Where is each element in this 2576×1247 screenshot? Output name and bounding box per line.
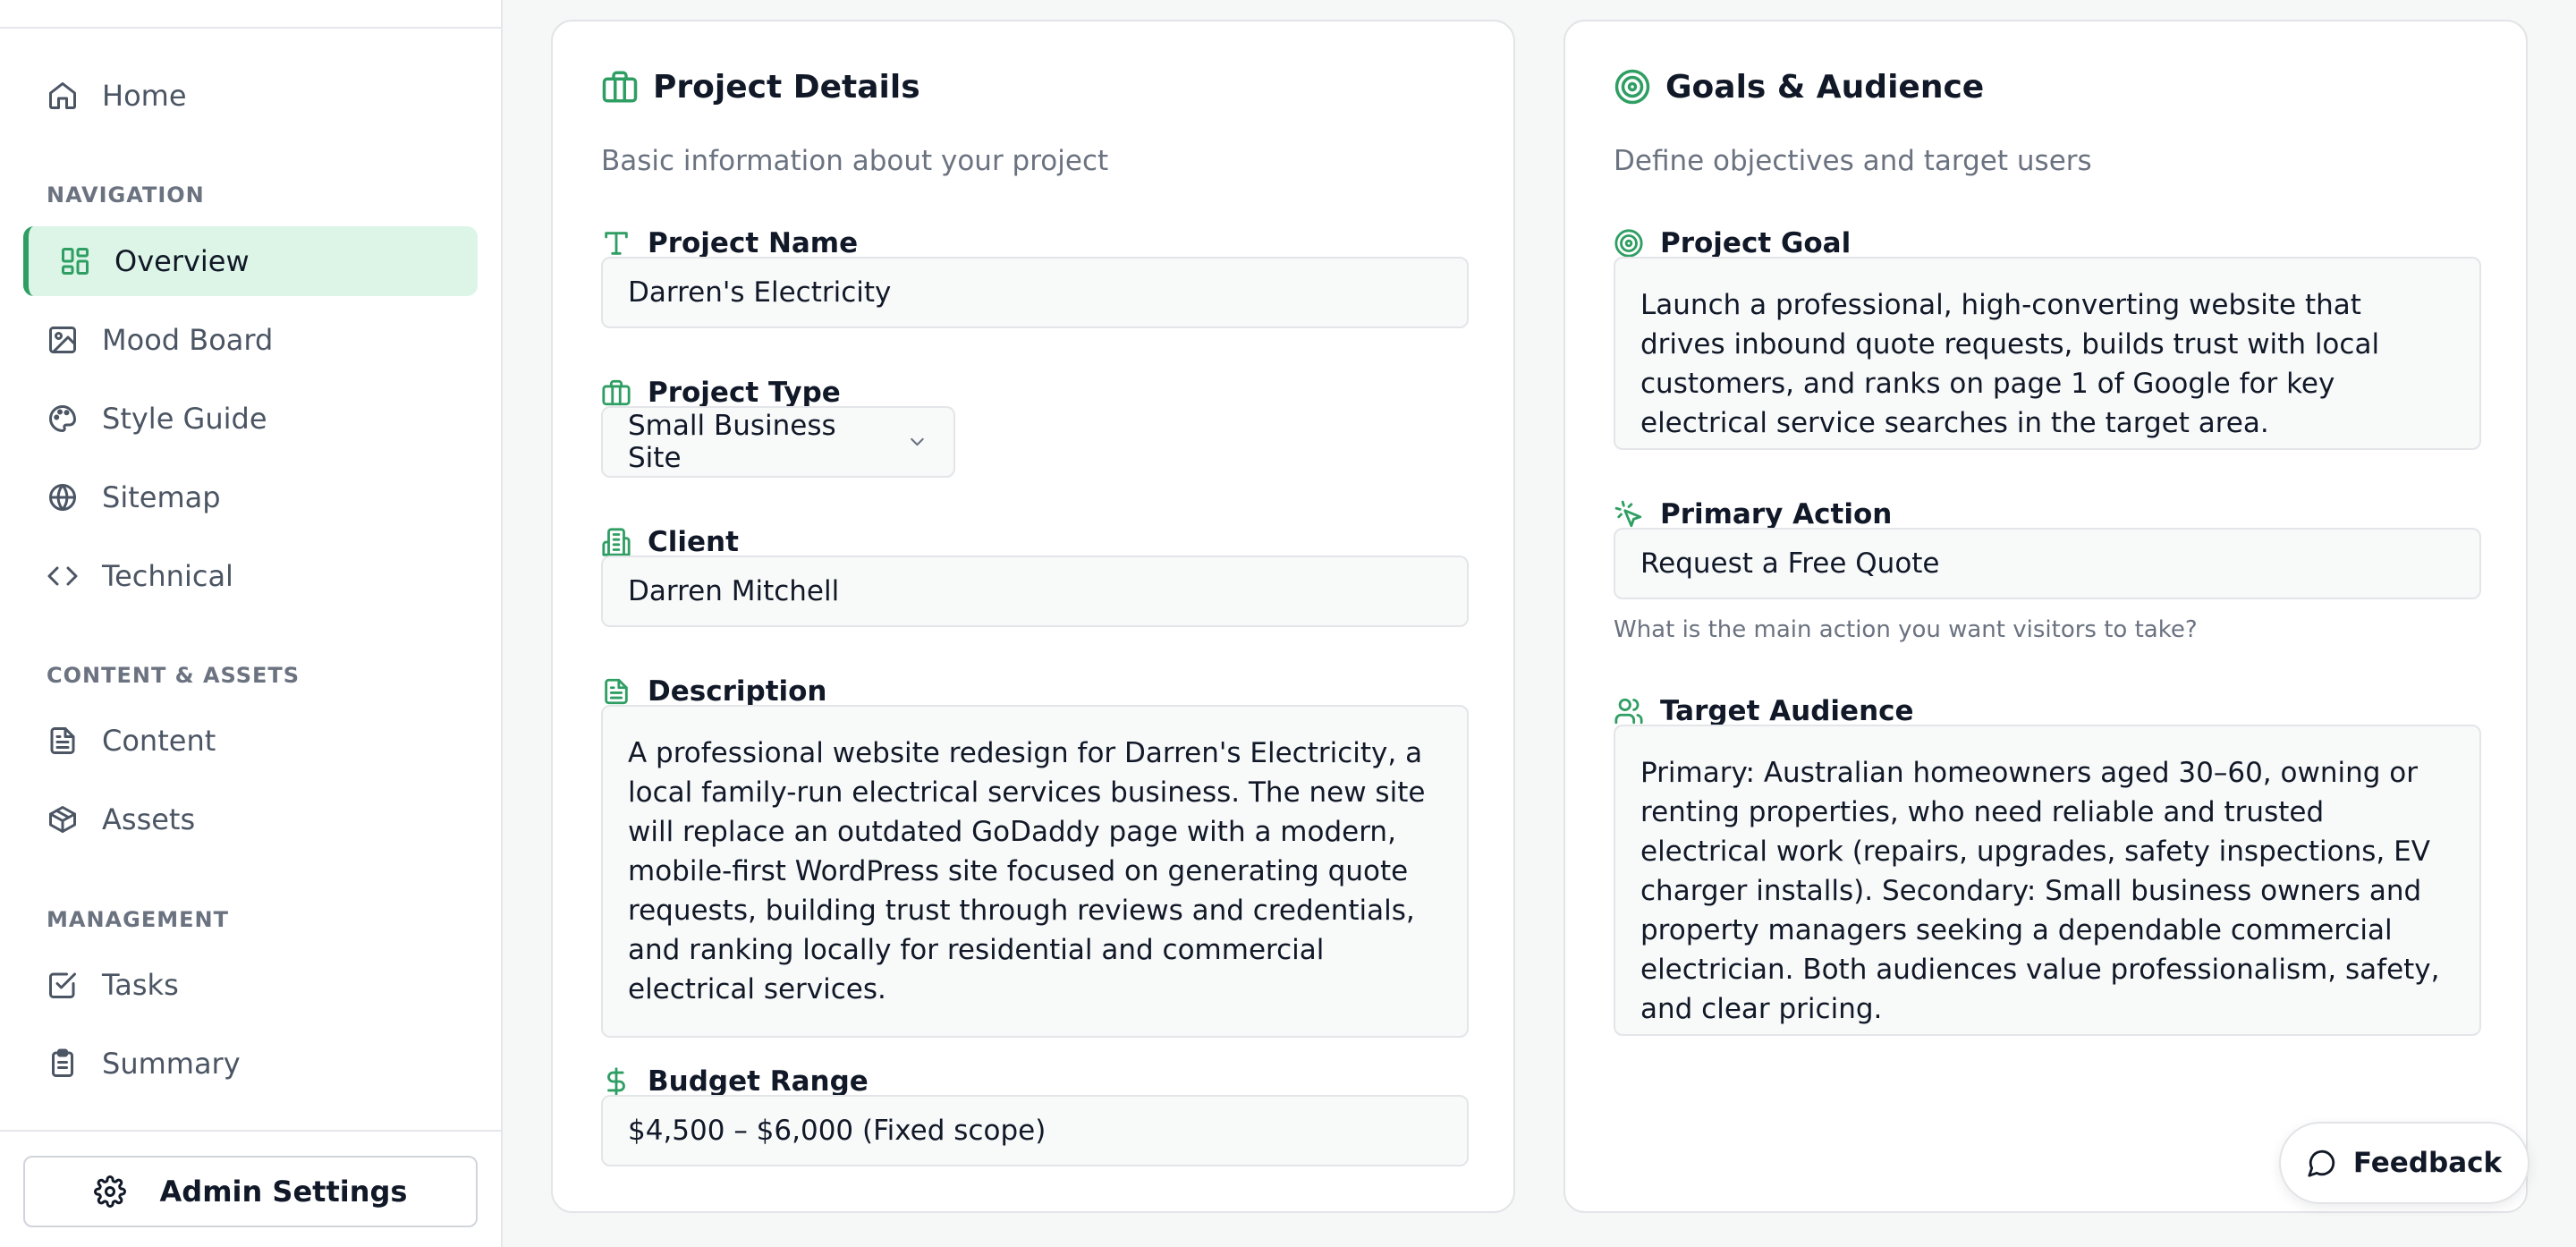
project-details-card: Project Details Basic information about … xyxy=(551,20,1515,1213)
field-label-text: Description xyxy=(648,675,827,708)
sidebar-item-label: Technical xyxy=(102,559,233,593)
field-label-text: Project Type xyxy=(648,377,841,409)
sidebar-item-tasks[interactable]: Tasks xyxy=(23,950,478,1020)
project-goal-textarea[interactable]: Launch a professional, high-converting w… xyxy=(1614,257,2481,450)
card-title: Project Details xyxy=(653,68,920,106)
palette-icon xyxy=(49,405,76,432)
sidebar-item-home[interactable]: Home xyxy=(23,61,478,131)
field-label-text: Client xyxy=(648,526,739,558)
field-label-text: Budget Range xyxy=(648,1065,869,1098)
feedback-label: Feedback xyxy=(2352,1147,2503,1179)
sidebar-item-mood-board[interactable]: Mood Board xyxy=(23,305,478,375)
target-icon xyxy=(1614,229,1643,258)
project-type-select[interactable]: Small Business Site xyxy=(601,406,955,478)
sidebar-divider-top xyxy=(0,27,501,29)
section-label-content-assets: CONTENT & ASSETS xyxy=(47,663,301,688)
briefcase-icon xyxy=(602,71,638,103)
gear-icon xyxy=(93,1175,126,1208)
users-icon xyxy=(1614,698,1643,725)
card-header: Goals & Audience xyxy=(1614,68,1984,106)
sidebar: Home NAVIGATION Overview Mood Board Styl… xyxy=(0,0,503,1247)
image-icon xyxy=(49,327,76,353)
sidebar-item-label: Mood Board xyxy=(102,323,274,357)
primary-action-hint: What is the main action you want visitor… xyxy=(1614,616,2198,643)
client-input[interactable]: Darren Mitchell xyxy=(601,556,1469,627)
sidebar-item-label: Content xyxy=(102,724,216,758)
primary-action-label: Primary Action xyxy=(1614,498,1892,530)
target-audience-textarea[interactable]: Primary: Australian homeowners aged 30–6… xyxy=(1614,725,2481,1036)
sidebar-item-label: Sitemap xyxy=(102,480,221,514)
clipboard-list-icon xyxy=(52,1048,73,1077)
budget-label: Budget Range xyxy=(601,1065,869,1098)
cursor-click-icon xyxy=(1614,500,1642,528)
package-icon xyxy=(49,806,76,833)
sidebar-item-content[interactable]: Content xyxy=(23,706,478,776)
card-header: Project Details xyxy=(601,68,920,106)
sidebar-item-sitemap[interactable]: Sitemap xyxy=(23,462,478,532)
sidebar-item-style-guide[interactable]: Style Guide xyxy=(23,384,478,454)
project-type-label: Project Type xyxy=(601,377,841,409)
sidebar-item-label: Overview xyxy=(114,244,250,278)
type-icon xyxy=(605,232,628,255)
briefcase-icon xyxy=(602,379,631,406)
dashboard-icon xyxy=(62,248,89,275)
goals-audience-card: Goals & Audience Define objectives and t… xyxy=(1563,20,2528,1213)
section-label-navigation: NAVIGATION xyxy=(47,182,205,208)
chat-bubble-icon xyxy=(2308,1149,2335,1177)
sidebar-item-overview[interactable]: Overview xyxy=(23,226,478,296)
field-label-text: Project Goal xyxy=(1660,227,1852,259)
field-label-text: Primary Action xyxy=(1660,498,1893,530)
card-subtitle: Basic information about your project xyxy=(601,145,1109,177)
dollar-sign-icon xyxy=(607,1067,625,1096)
checkbox-icon xyxy=(49,972,76,998)
sidebar-item-label: Summary xyxy=(102,1047,241,1081)
target-icon xyxy=(1614,69,1650,105)
target-audience-label: Target Audience xyxy=(1614,695,1914,727)
project-name-label: Project Name xyxy=(601,227,858,259)
sidebar-divider-bottom xyxy=(0,1130,501,1132)
home-icon xyxy=(49,82,76,109)
sidebar-item-label: Style Guide xyxy=(102,402,267,436)
project-goal-label: Project Goal xyxy=(1614,227,1851,259)
section-label-management: MANAGEMENT xyxy=(47,907,229,932)
project-name-input[interactable]: Darren's Electricity xyxy=(601,257,1469,328)
sidebar-item-summary[interactable]: Summary xyxy=(23,1029,478,1099)
client-label: Client xyxy=(601,526,739,558)
primary-action-input[interactable]: Request a Free Quote xyxy=(1614,528,2481,599)
file-text-icon xyxy=(605,678,628,705)
code-icon xyxy=(47,566,78,586)
file-text-icon xyxy=(50,727,75,754)
chevron-down-icon xyxy=(911,437,924,446)
description-textarea[interactable]: A professional website redesign for Darr… xyxy=(601,705,1469,1038)
feedback-button[interactable]: Feedback xyxy=(2279,1122,2529,1204)
sidebar-item-label: Tasks xyxy=(102,968,179,1002)
description-label: Description xyxy=(601,675,827,708)
field-label-text: Target Audience xyxy=(1660,695,1914,727)
sidebar-item-label: Assets xyxy=(102,802,196,836)
field-label-text: Project Name xyxy=(648,227,859,259)
building-icon xyxy=(602,528,631,556)
budget-input[interactable]: $4,500 – $6,000 (Fixed scope) xyxy=(601,1095,1469,1166)
card-title: Goals & Audience xyxy=(1665,68,1985,106)
admin-settings-button[interactable]: Admin Settings xyxy=(23,1156,478,1227)
admin-settings-label: Admin Settings xyxy=(159,1175,408,1209)
card-subtitle: Define objectives and target users xyxy=(1614,145,2092,177)
sidebar-item-label: Home xyxy=(102,79,187,113)
sidebar-item-assets[interactable]: Assets xyxy=(23,785,478,854)
globe-icon xyxy=(49,484,76,511)
sidebar-item-technical[interactable]: Technical xyxy=(23,541,478,611)
project-type-value: Small Business Site xyxy=(628,410,836,474)
